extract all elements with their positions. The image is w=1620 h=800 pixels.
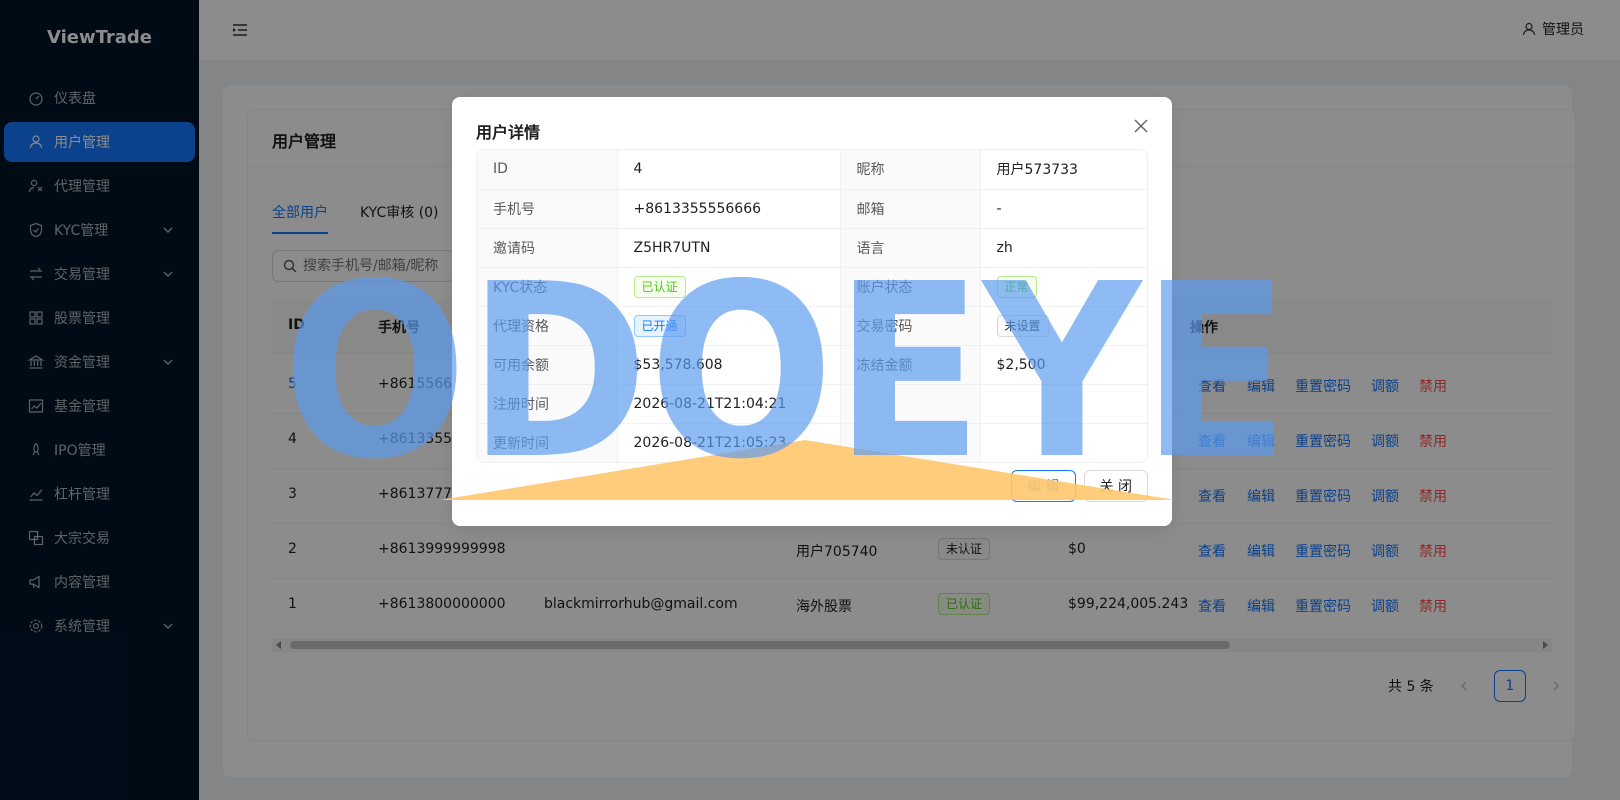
detail-label: 邀请码 <box>477 228 618 268</box>
detail-value-cell: 已认证 <box>617 267 841 307</box>
detail-label: 更新时间 <box>477 423 618 462</box>
status-badge: 未设置 <box>996 314 1049 337</box>
detail-value-cell: zh <box>980 228 1147 268</box>
detail-value-cell <box>980 423 1147 462</box>
detail-value-cell: 用户573733 <box>980 150 1147 190</box>
detail-value: 2026-08-21T21:05:23 <box>633 434 787 451</box>
detail-value: 用户573733 <box>996 162 1078 179</box>
modal-title: 用户详情 <box>476 123 541 142</box>
detail-value: +8613355556666 <box>633 200 762 217</box>
detail-label: ID <box>477 150 618 190</box>
close-icon[interactable] <box>1130 115 1152 137</box>
detail-value: 2026-08-21T21:04:21 <box>633 395 787 412</box>
detail-value-cell: - <box>980 189 1147 229</box>
detail-label: 手机号 <box>477 189 618 229</box>
detail-label: 邮箱 <box>840 189 981 229</box>
detail-value: $2,500 <box>996 356 1046 373</box>
detail-row: 更新时间 2026-08-21T21:05:23 <box>477 423 1147 462</box>
detail-label: 账户状态 <box>840 267 981 307</box>
detail-value: 4 <box>633 161 643 178</box>
detail-row: 可用余额 $53,578.608 冻结金额 $2,500 <box>477 345 1147 385</box>
detail-value-cell: 未设置 <box>980 306 1147 346</box>
status-badge: 已认证 <box>633 275 686 298</box>
detail-value: Z5HR7UTN <box>633 239 711 256</box>
detail-label: 代理资格 <box>477 306 618 346</box>
detail-value-cell: Z5HR7UTN <box>617 228 841 268</box>
detail-value: - <box>996 200 1002 217</box>
user-detail-modal: 用户详情 ID 4 昵称 用户573733 手机号 +8613355556666 邮箱 - 邀请… <box>452 97 1172 526</box>
detail-label: 注册时间 <box>477 384 618 424</box>
detail-label: 昵称 <box>840 150 981 190</box>
modal-footer: 编 辑 关 闭 <box>1011 470 1148 502</box>
status-badge: 正常 <box>996 275 1037 298</box>
detail-row: 代理资格 已开通 交易密码 未设置 <box>477 306 1147 346</box>
detail-label: 可用余额 <box>477 345 618 385</box>
detail-value-cell: 2026-08-21T21:05:23 <box>617 423 841 462</box>
detail-value-cell: 已开通 <box>617 306 841 346</box>
detail-value-cell: +8613355556666 <box>617 189 841 229</box>
detail-value-cell: 4 <box>617 150 841 190</box>
detail-value-cell <box>980 384 1147 424</box>
close-button[interactable]: 关 闭 <box>1083 470 1148 502</box>
detail-value: $53,578.608 <box>633 356 723 373</box>
detail-label <box>840 384 981 424</box>
detail-label: KYC状态 <box>477 267 618 307</box>
detail-label <box>840 423 981 462</box>
edit-button[interactable]: 编 辑 <box>1011 470 1076 502</box>
detail-label: 交易密码 <box>840 306 981 346</box>
detail-value-cell: 正常 <box>980 267 1147 307</box>
detail-value-cell: 2026-08-21T21:04:21 <box>617 384 841 424</box>
detail-row: 手机号 +8613355556666 邮箱 - <box>477 189 1147 229</box>
detail-row: 注册时间 2026-08-21T21:04:21 <box>477 384 1147 424</box>
user-detail-descriptions: ID 4 昵称 用户573733 手机号 +8613355556666 邮箱 - 邀请码 Z5HR… <box>476 149 1148 463</box>
detail-value-cell: $53,578.608 <box>617 345 841 385</box>
detail-value: zh <box>996 239 1013 256</box>
detail-value-cell: $2,500 <box>980 345 1147 385</box>
detail-row: 邀请码 Z5HR7UTN 语言 zh <box>477 228 1147 268</box>
detail-label: 冻结金额 <box>840 345 981 385</box>
status-badge: 已开通 <box>633 314 686 337</box>
detail-label: 语言 <box>840 228 981 268</box>
detail-row: ID 4 昵称 用户573733 <box>477 150 1147 190</box>
detail-row: KYC状态 已认证 账户状态 正常 <box>477 267 1147 307</box>
